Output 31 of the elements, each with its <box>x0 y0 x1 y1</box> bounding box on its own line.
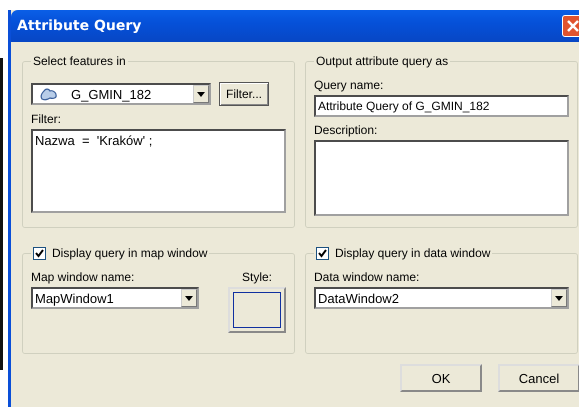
region-icon <box>39 87 59 101</box>
close-button[interactable] <box>562 15 579 37</box>
filter-label: Filter: <box>31 112 62 126</box>
checkmark-icon <box>35 248 44 258</box>
map-window-dropdown[interactable]: MapWindow1 <box>31 287 199 309</box>
group-legend: Output attribute query as <box>314 54 450 68</box>
layer-dropdown[interactable]: G_GMIN_182 <box>31 83 211 105</box>
checkbox-label[interactable]: Display query in map window <box>52 246 208 260</box>
data-window-checkbox[interactable] <box>316 246 329 260</box>
query-name-label: Query name: <box>314 78 384 92</box>
query-name-field[interactable]: Attribute Query of G_GMIN_182 <box>314 95 569 117</box>
checkbox-label[interactable]: Display query in data window <box>335 246 490 260</box>
map-window-name: MapWindow1 <box>34 290 115 306</box>
data-window-name: DataWindow2 <box>317 290 400 306</box>
description-field[interactable] <box>314 140 569 216</box>
style-button[interactable] <box>228 287 286 333</box>
data-window-name-label: Data window name: <box>314 270 420 284</box>
data-window-dropdown[interactable]: DataWindow2 <box>314 287 569 309</box>
map-window-checkbox[interactable] <box>33 246 46 260</box>
layer-name: G_GMIN_182 <box>70 86 152 102</box>
filter-field[interactable]: Nazwa = 'Kraków' ; <box>31 129 286 213</box>
window-title: Attribute Query <box>17 18 142 34</box>
group-legend: Select features in <box>31 54 128 68</box>
style-label: Style: <box>242 270 272 284</box>
checkmark-icon <box>318 248 327 258</box>
close-icon <box>566 19 579 33</box>
ok-button[interactable]: OK <box>400 364 482 392</box>
cancel-button[interactable]: Cancel <box>498 364 579 392</box>
description-label: Description: <box>314 123 378 137</box>
map-window-name-label: Map window name: <box>31 270 136 284</box>
filter-button[interactable]: Filter... <box>219 82 270 106</box>
